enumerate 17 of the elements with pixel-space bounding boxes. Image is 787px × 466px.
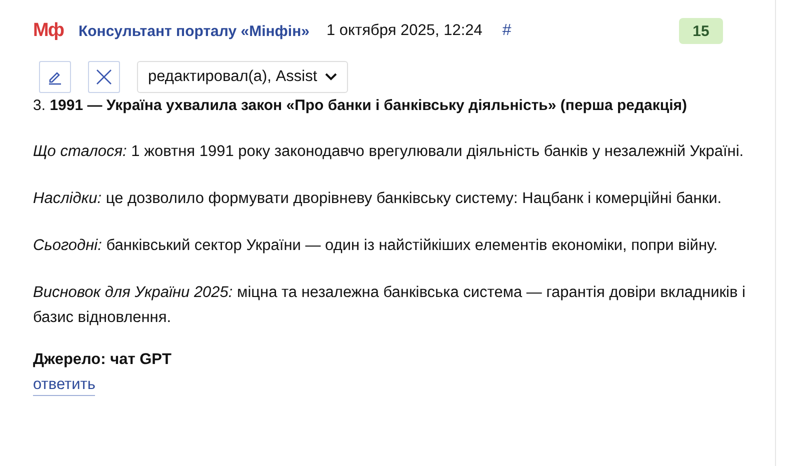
chevron-down-icon bbox=[325, 73, 338, 81]
edit-button[interactable] bbox=[39, 61, 71, 93]
post-date: 1 октября 2025, 12:24 bbox=[326, 22, 482, 40]
close-icon bbox=[95, 68, 113, 86]
post-paragraph: Наслідки: це дозволило формувати дворівневу банківську систему: Нацбанк і комерційні банки. bbox=[33, 189, 723, 209]
post-paragraph: Що сталося: 1 жовтня 1991 року законодавчо врегулювали діяльність банків у незалежній Україні. bbox=[33, 142, 745, 162]
post-paragraph: Сьогодні: банківський сектор України — один із найстійкіших елементів економіки, попри війну. bbox=[33, 236, 719, 256]
rating-badge: 15 bbox=[679, 18, 723, 44]
post-paragraph: Висновок для України 2025: міцна та незалежна банківська система — гарантія довіри вкладників і базис відновлення. bbox=[33, 283, 746, 328]
anchor-link[interactable]: # bbox=[502, 22, 512, 40]
edit-history-dropdown[interactable]: редактировал(а), Assist bbox=[137, 61, 348, 93]
author-link[interactable]: Консультант порталу «Мінфін» bbox=[78, 22, 310, 40]
post-source: Джерело: чат GPT bbox=[33, 351, 172, 369]
post-title: 3. 1991 — Україна ухвалила закон «Про банки і банківську діяльність» (перша редакція) bbox=[33, 96, 688, 116]
logo: Мф bbox=[33, 20, 64, 42]
reply-link[interactable]: ответить bbox=[33, 375, 96, 396]
close-button[interactable] bbox=[88, 61, 120, 93]
